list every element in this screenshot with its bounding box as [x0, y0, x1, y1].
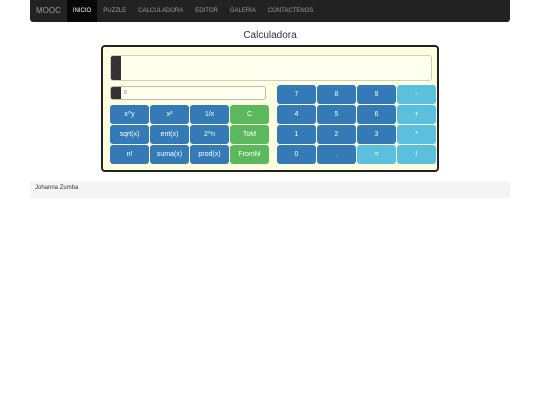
- from-memory-button[interactable]: FromM: [230, 145, 269, 164]
- keypad: 7 8 9 - 4 5 6 + 1 2 3 * 0 . = /: [277, 85, 436, 164]
- digit-1-button[interactable]: 1: [277, 125, 316, 144]
- calculator-panel: x^y x² 1/x C sqrt(x) ent(x) 2^n ToM n! s…: [101, 45, 439, 172]
- add-button[interactable]: +: [397, 105, 436, 124]
- digit-2-button[interactable]: 2: [317, 125, 356, 144]
- memory-addon: [111, 87, 121, 99]
- integer-button[interactable]: ent(x): [150, 125, 189, 144]
- digit-3-button[interactable]: 3: [357, 125, 396, 144]
- square-button[interactable]: x²: [150, 105, 189, 124]
- multiply-button[interactable]: *: [397, 125, 436, 144]
- digit-8-button[interactable]: 8: [317, 85, 356, 104]
- function-buttons: x^y x² 1/x C sqrt(x) ent(x) 2^n ToM n! s…: [110, 105, 269, 164]
- footer: Johanna Zumba: [30, 181, 510, 198]
- power-of-two-button[interactable]: 2^n: [190, 125, 229, 144]
- memory-input[interactable]: [122, 87, 265, 99]
- nav-item-contactenos[interactable]: CONTACTENOS: [262, 0, 320, 22]
- product-button[interactable]: prod(x): [190, 145, 229, 164]
- sum-button[interactable]: suma(x): [150, 145, 189, 164]
- nav-item-calculadora[interactable]: CALCULADORA: [132, 0, 189, 22]
- digit-9-button[interactable]: 9: [357, 85, 396, 104]
- navbar: MOOC INICIO PUZZLE CALCULADORA EDITOR GA…: [30, 0, 510, 22]
- page-title: Calculadora: [243, 30, 297, 41]
- sqrt-button[interactable]: sqrt(x): [110, 125, 149, 144]
- equals-button[interactable]: =: [357, 145, 396, 164]
- digit-5-button[interactable]: 5: [317, 105, 356, 124]
- footer-author: Johanna Zumba: [35, 185, 79, 191]
- nav-item-galeria[interactable]: GALERIA: [224, 0, 262, 22]
- display-group: [110, 55, 432, 81]
- clear-button[interactable]: C: [230, 105, 269, 124]
- subtract-button[interactable]: -: [397, 85, 436, 104]
- display-addon: [111, 56, 121, 80]
- decimal-button[interactable]: .: [317, 145, 356, 164]
- display-input[interactable]: [122, 56, 431, 80]
- reciprocal-button[interactable]: 1/x: [190, 105, 229, 124]
- navbar-brand[interactable]: MOOC: [30, 0, 67, 22]
- nav-item-editor[interactable]: EDITOR: [189, 0, 224, 22]
- nav-item-inicio[interactable]: INICIO: [66, 0, 98, 22]
- to-memory-button[interactable]: ToM: [230, 125, 269, 144]
- memory-group: [110, 86, 266, 100]
- digit-0-button[interactable]: 0: [277, 145, 316, 164]
- factorial-button[interactable]: n!: [110, 145, 149, 164]
- digit-6-button[interactable]: 6: [357, 105, 396, 124]
- divide-button[interactable]: /: [397, 145, 436, 164]
- digit-4-button[interactable]: 4: [277, 105, 316, 124]
- digit-7-button[interactable]: 7: [277, 85, 316, 104]
- power-button[interactable]: x^y: [110, 105, 149, 124]
- nav-item-puzzle[interactable]: PUZZLE: [97, 0, 132, 22]
